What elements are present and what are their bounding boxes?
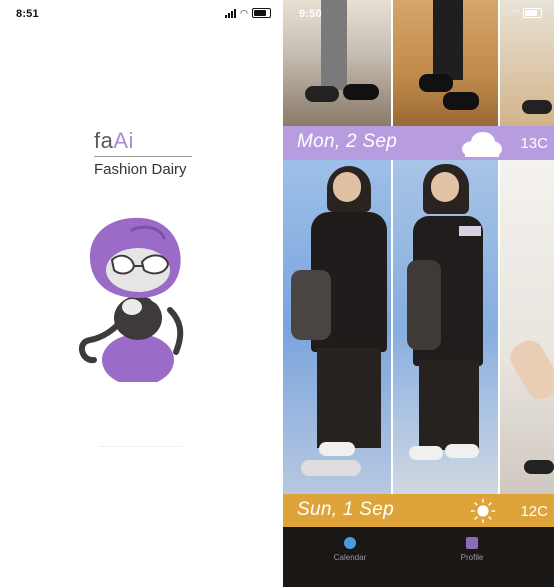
day-temperature: 12C	[520, 503, 548, 520]
status-bar: 8:51 ◠	[0, 0, 283, 26]
tab-profile[interactable]: Profile	[432, 537, 512, 562]
app-subtitle: Fashion Dairy	[94, 161, 187, 178]
outfit-photo[interactable]	[283, 160, 393, 494]
outfit-photo[interactable]	[393, 160, 500, 494]
day-temperature: 13C	[520, 135, 548, 152]
feed-screen: 9:50 ◠ Mon, 2 Sep 13C Sun, 1 Sep 12C Cal…	[283, 0, 554, 587]
tab-label: Profile	[460, 553, 484, 562]
splash-screen: 8:51 ◠ faAi Fashion Dairy	[0, 0, 283, 587]
tab-bar: Calendar Profile	[283, 527, 554, 587]
logo-divider	[94, 156, 192, 157]
sun-icon	[470, 498, 496, 524]
mascot-illustration	[78, 217, 184, 382]
loading-indicator	[100, 446, 182, 450]
wifi-icon: ◠	[511, 7, 519, 18]
status-time: 9:50	[299, 8, 322, 20]
outfit-photo[interactable]	[500, 160, 554, 494]
day-header[interactable]: Mon, 2 Sep 13C	[283, 126, 554, 160]
status-time: 8:51	[16, 8, 39, 20]
status-icons: ◠	[511, 8, 542, 18]
tab-calendar[interactable]: Calendar	[310, 537, 390, 562]
tab-label: Calendar	[333, 553, 367, 562]
status-bar: 9:50 ◠	[283, 0, 554, 26]
cloud-icon	[462, 132, 502, 157]
profile-icon	[466, 537, 478, 549]
battery-icon	[252, 8, 271, 18]
day-label: Mon, 2 Sep	[297, 131, 398, 152]
signal-icon	[225, 8, 237, 18]
status-icons: ◠	[225, 8, 271, 18]
day-header[interactable]: Sun, 1 Sep 12C	[283, 494, 554, 528]
day-label: Sun, 1 Sep	[297, 499, 395, 520]
logo-ai: Ai	[113, 128, 134, 153]
logo-prefix: fa	[94, 128, 114, 153]
app-logo: faAi	[94, 128, 134, 154]
calendar-icon	[344, 537, 356, 549]
wifi-icon: ◠	[240, 7, 248, 18]
battery-icon	[523, 8, 542, 18]
